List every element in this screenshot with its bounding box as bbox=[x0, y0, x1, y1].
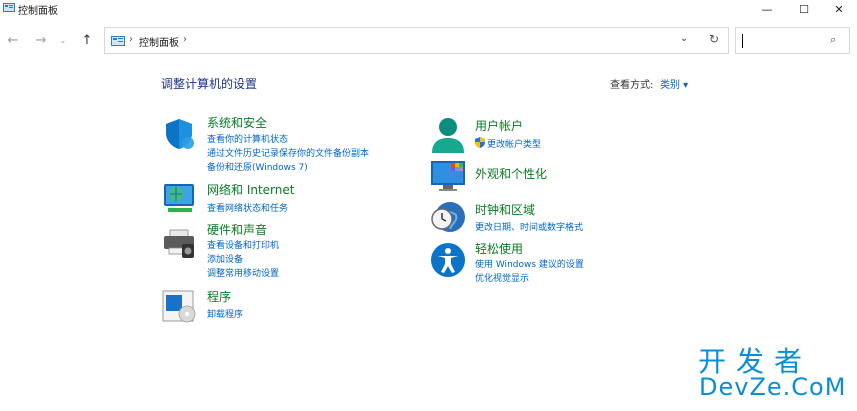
view-by-label: 查看方式: bbox=[610, 80, 654, 91]
close-button[interactable]: ✕ bbox=[821, 0, 857, 18]
control-panel-icon bbox=[3, 3, 15, 12]
link-recommended-settings[interactable]: 使用 Windows 建议的设置 bbox=[475, 257, 584, 270]
text-caret bbox=[742, 34, 743, 48]
network-icon[interactable] bbox=[162, 181, 196, 215]
breadcrumb-chevron[interactable]: › bbox=[183, 34, 187, 45]
user-icon[interactable] bbox=[430, 115, 466, 155]
printer-icon[interactable] bbox=[162, 226, 196, 260]
accessibility-icon[interactable] bbox=[430, 242, 466, 278]
category-ease-of-access[interactable]: 轻松使用 bbox=[475, 240, 523, 257]
link-network-status[interactable]: 查看网络状态和任务 bbox=[207, 201, 288, 214]
navigation-bar: ← → ⌄ ↑ › 控制面板 › ⌄ ↻ ⌕ bbox=[0, 22, 857, 58]
refresh-icon[interactable]: ↻ bbox=[709, 32, 719, 46]
back-button[interactable]: ← bbox=[4, 31, 22, 49]
category-system-security[interactable]: 系统和安全 bbox=[207, 114, 267, 131]
link-change-account-type[interactable]: 更改帐户类型 bbox=[487, 137, 541, 150]
link-devices-printers[interactable]: 查看设备和打印机 bbox=[207, 238, 279, 251]
watermark-english: DevZe.CoM bbox=[699, 373, 847, 401]
window-title: 控制面板 bbox=[18, 6, 58, 17]
up-button[interactable]: ↑ bbox=[78, 31, 96, 49]
link-file-history-backup[interactable]: 通过文件历史记录保存你的文件备份副本 bbox=[207, 146, 369, 159]
category-hardware-sound[interactable]: 硬件和声音 bbox=[207, 221, 267, 238]
appearance-icon[interactable] bbox=[430, 159, 466, 193]
category-programs[interactable]: 程序 bbox=[207, 288, 231, 305]
control-panel-icon bbox=[111, 36, 125, 46]
address-bar[interactable]: › 控制面板 › ⌄ ↻ bbox=[104, 27, 729, 54]
chevron-down-icon[interactable]: ⌄ bbox=[680, 33, 688, 44]
link-uninstall-program[interactable]: 卸载程序 bbox=[207, 307, 243, 320]
minimize-button[interactable]: — bbox=[749, 0, 785, 18]
link-backup-restore[interactable]: 备份和还原(Windows 7) bbox=[207, 160, 308, 173]
maximize-button[interactable]: ☐ bbox=[786, 0, 822, 18]
link-view-computer-status[interactable]: 查看你的计算机状态 bbox=[207, 132, 288, 145]
category-network-internet[interactable]: 网络和 Internet bbox=[207, 181, 294, 198]
link-optimize-visual-display[interactable]: 优化视觉显示 bbox=[475, 271, 529, 284]
breadcrumb-separator: › bbox=[129, 34, 133, 45]
uac-shield-icon bbox=[475, 137, 485, 148]
search-icon[interactable]: ⌕ bbox=[830, 33, 836, 47]
forward-button[interactable]: → bbox=[32, 31, 50, 49]
clock-globe-icon[interactable] bbox=[430, 199, 466, 235]
programs-icon[interactable] bbox=[162, 289, 196, 323]
breadcrumb-control-panel[interactable]: 控制面板 bbox=[139, 34, 179, 49]
category-clock-region[interactable]: 时钟和区域 bbox=[475, 201, 535, 218]
category-appearance[interactable]: 外观和个性化 bbox=[475, 165, 547, 182]
category-user-accounts[interactable]: 用户帐户 bbox=[475, 117, 523, 134]
link-date-time-format[interactable]: 更改日期、时间或数字格式 bbox=[475, 220, 583, 233]
search-input[interactable]: ⌕ bbox=[735, 27, 850, 54]
title-bar: 控制面板 — ☐ ✕ bbox=[0, 0, 857, 18]
link-mobility-settings[interactable]: 调整常用移动设置 bbox=[207, 266, 279, 279]
shield-icon[interactable] bbox=[162, 117, 196, 151]
view-by-dropdown[interactable]: 类别 ▾ bbox=[660, 76, 688, 91]
recent-locations-button[interactable]: ⌄ bbox=[57, 31, 69, 49]
page-title: 调整计算机的设置 bbox=[161, 77, 258, 91]
link-add-device[interactable]: 添加设备 bbox=[207, 252, 243, 265]
